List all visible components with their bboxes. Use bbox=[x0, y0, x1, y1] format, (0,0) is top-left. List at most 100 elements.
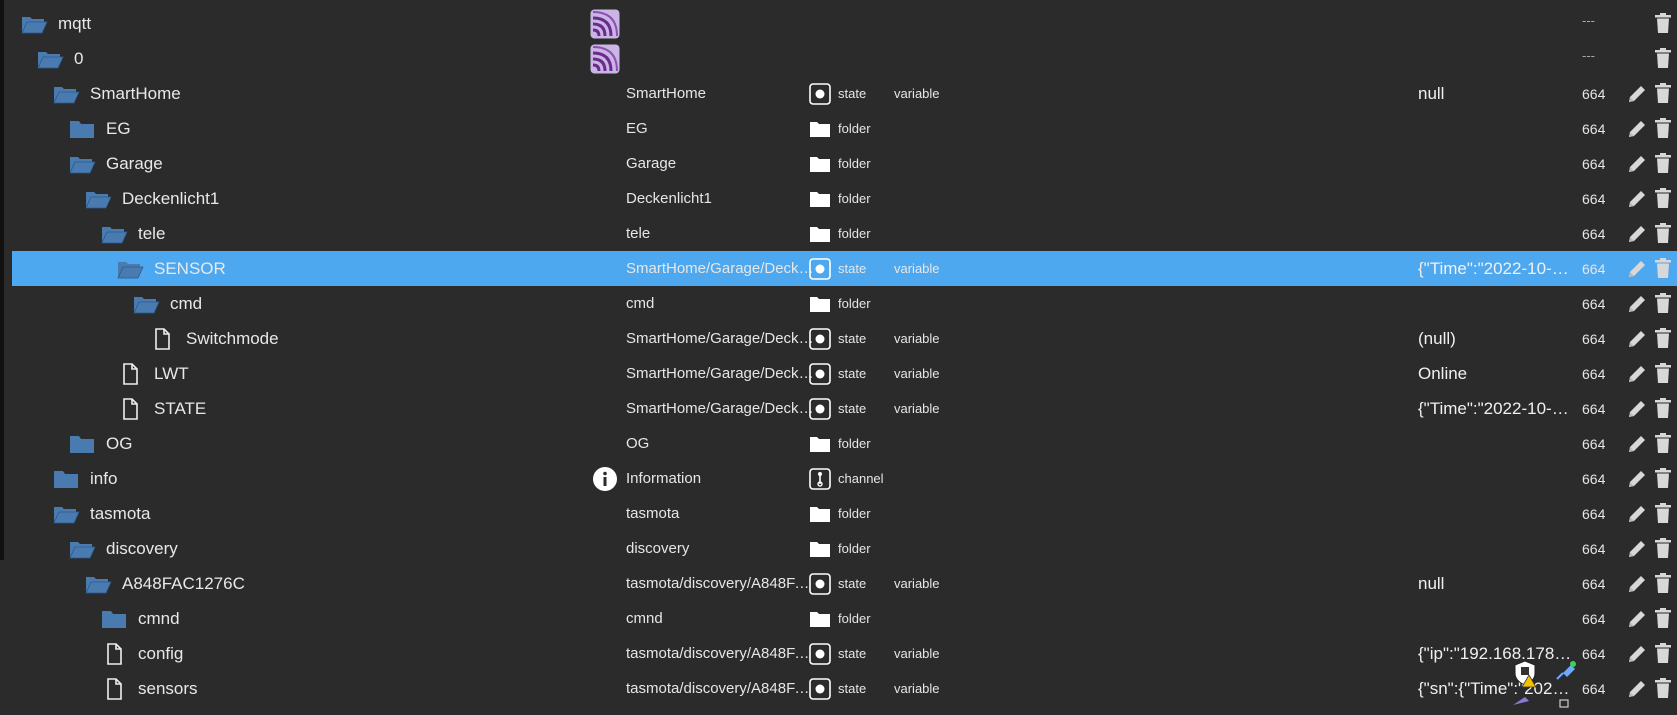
edit-pencil-icon[interactable] bbox=[1625, 117, 1649, 141]
folder-open-icon[interactable] bbox=[36, 48, 64, 70]
tree-node-name[interactable]: 0 bbox=[36, 41, 83, 76]
file-icon[interactable] bbox=[116, 397, 144, 420]
delete-trash-icon[interactable] bbox=[1653, 606, 1673, 630]
tree-node-name[interactable]: sensors bbox=[100, 671, 198, 706]
tree-row-deckenlicht1[interactable]: Deckenlicht1 Deckenlicht1 folder 664 bbox=[12, 181, 1677, 216]
tree-node-name[interactable]: SENSOR bbox=[116, 251, 226, 286]
folder-open-icon[interactable] bbox=[52, 503, 80, 525]
delete-trash-icon[interactable] bbox=[1653, 501, 1673, 525]
tree-row-config[interactable]: config tasmota/discovery/A848FAC1276C/con… bbox=[12, 636, 1677, 671]
tree-row-cmd[interactable]: cmd cmd folder 664 bbox=[12, 286, 1677, 321]
edit-pencil-icon[interactable] bbox=[1625, 187, 1649, 211]
delete-trash-icon[interactable] bbox=[1653, 116, 1673, 140]
tree-node-name[interactable]: Garage bbox=[68, 146, 163, 181]
tree-node-name[interactable]: tele bbox=[100, 216, 165, 251]
edit-pencil-icon[interactable] bbox=[1625, 362, 1649, 386]
tree-row-sensors[interactable]: sensors tasmota/discovery/A848FAC1276C/se… bbox=[12, 671, 1677, 706]
edit-pencil-icon[interactable] bbox=[1625, 292, 1649, 316]
tree-row-0[interactable]: 0 --- bbox=[12, 41, 1677, 76]
file-icon[interactable] bbox=[100, 677, 128, 700]
tree-node-name[interactable]: config bbox=[100, 636, 183, 671]
tree-node-name[interactable]: SmartHome bbox=[52, 76, 181, 111]
delete-trash-icon[interactable] bbox=[1653, 81, 1673, 105]
object-value[interactable]: null bbox=[1418, 76, 1578, 111]
delete-trash-icon[interactable] bbox=[1653, 466, 1673, 490]
folder-closed-icon[interactable] bbox=[68, 433, 96, 455]
tree-node-name[interactable]: A848FAC1276C bbox=[84, 566, 245, 601]
object-value[interactable]: {"Time":"2022-10-… bbox=[1418, 251, 1578, 286]
edit-pencil-icon[interactable] bbox=[1625, 537, 1649, 561]
object-value[interactable]: (null) bbox=[1418, 321, 1578, 356]
tree-node-name[interactable]: mqtt bbox=[20, 6, 91, 41]
tree-node-name[interactable]: STATE bbox=[116, 391, 206, 426]
delete-trash-icon[interactable] bbox=[1653, 11, 1673, 35]
delete-trash-icon[interactable] bbox=[1653, 46, 1673, 70]
tree-row-eg[interactable]: EG EG folder 664 bbox=[12, 111, 1677, 146]
tree-row-mqtt[interactable]: mqtt --- bbox=[12, 6, 1677, 41]
delete-trash-icon[interactable] bbox=[1653, 571, 1673, 595]
folder-closed-icon[interactable] bbox=[68, 118, 96, 140]
file-icon[interactable] bbox=[148, 327, 176, 350]
object-value[interactable]: Online bbox=[1418, 356, 1578, 391]
folder-open-icon[interactable] bbox=[100, 223, 128, 245]
edit-pencil-icon[interactable] bbox=[1625, 467, 1649, 491]
delete-trash-icon[interactable] bbox=[1653, 396, 1673, 420]
file-icon[interactable] bbox=[116, 362, 144, 385]
tree-node-name[interactable]: LWT bbox=[116, 356, 189, 391]
edit-pencil-icon[interactable] bbox=[1625, 642, 1649, 666]
folder-open-icon[interactable] bbox=[132, 293, 160, 315]
tree-row-tasmota[interactable]: tasmota tasmota folder 664 bbox=[12, 496, 1677, 531]
tree-row-discovery[interactable]: discovery discovery folder 664 bbox=[12, 531, 1677, 566]
edit-pencil-icon[interactable] bbox=[1625, 607, 1649, 631]
tree-row-a848fac1276c[interactable]: A848FAC1276C tasmota/discovery/A848FAC127… bbox=[12, 566, 1677, 601]
tree-node-name[interactable]: cmnd bbox=[100, 601, 180, 636]
tree-row-og[interactable]: OG OG folder 664 bbox=[12, 426, 1677, 461]
edit-pencil-icon[interactable] bbox=[1625, 222, 1649, 246]
edit-pencil-icon[interactable] bbox=[1625, 257, 1649, 281]
tree-node-name[interactable]: Switchmode bbox=[148, 321, 279, 356]
tree-row-state[interactable]: STATE SmartHome/Garage/Deckenlicht1/STATE… bbox=[12, 391, 1677, 426]
edit-pencil-icon[interactable] bbox=[1625, 572, 1649, 596]
tree-node-name[interactable]: EG bbox=[68, 111, 131, 146]
object-value[interactable]: {"Time":"2022-10-… bbox=[1418, 391, 1578, 426]
delete-trash-icon[interactable] bbox=[1653, 291, 1673, 315]
delete-trash-icon[interactable] bbox=[1653, 186, 1673, 210]
delete-trash-icon[interactable] bbox=[1653, 536, 1673, 560]
folder-open-icon[interactable] bbox=[68, 538, 96, 560]
tree-row-info[interactable]: info Information channel 664 bbox=[12, 461, 1677, 496]
edit-pencil-icon[interactable] bbox=[1625, 327, 1649, 351]
delete-trash-icon[interactable] bbox=[1653, 326, 1673, 350]
delete-trash-icon[interactable] bbox=[1653, 221, 1673, 245]
tree-node-name[interactable]: tasmota bbox=[52, 496, 150, 531]
edit-pencil-icon[interactable] bbox=[1625, 502, 1649, 526]
delete-trash-icon[interactable] bbox=[1653, 151, 1673, 175]
delete-trash-icon[interactable] bbox=[1653, 361, 1673, 385]
folder-closed-icon[interactable] bbox=[100, 608, 128, 630]
edit-pencil-icon[interactable] bbox=[1625, 677, 1649, 701]
folder-closed-icon[interactable] bbox=[52, 468, 80, 490]
folder-open-icon[interactable] bbox=[84, 188, 112, 210]
folder-open-icon[interactable] bbox=[20, 13, 48, 35]
tree-row-smarthome[interactable]: SmartHome SmartHome state variable null 664 bbox=[12, 76, 1677, 111]
edit-pencil-icon[interactable] bbox=[1625, 432, 1649, 456]
folder-open-icon[interactable] bbox=[84, 573, 112, 595]
delete-trash-icon[interactable] bbox=[1653, 256, 1673, 280]
object-value[interactable]: null bbox=[1418, 566, 1578, 601]
delete-trash-icon[interactable] bbox=[1653, 641, 1673, 665]
edit-pencil-icon[interactable] bbox=[1625, 397, 1649, 421]
tree-row-garage[interactable]: Garage Garage folder 664 bbox=[12, 146, 1677, 181]
delete-trash-icon[interactable] bbox=[1653, 431, 1673, 455]
tree-node-name[interactable]: OG bbox=[68, 426, 132, 461]
file-icon[interactable] bbox=[100, 642, 128, 665]
tree-row-sensor[interactable]: SENSOR SmartHome/Garage/Deckenlicht1/tele… bbox=[12, 251, 1677, 286]
edit-pencil-icon[interactable] bbox=[1625, 152, 1649, 176]
edit-pencil-icon[interactable] bbox=[1625, 82, 1649, 106]
tree-row-cmnd[interactable]: cmnd cmnd folder 664 bbox=[12, 601, 1677, 636]
delete-trash-icon[interactable] bbox=[1653, 676, 1673, 700]
tree-node-name[interactable]: discovery bbox=[68, 531, 178, 566]
folder-open-icon[interactable] bbox=[116, 258, 144, 280]
folder-open-icon[interactable] bbox=[52, 83, 80, 105]
tree-node-name[interactable]: cmd bbox=[132, 286, 202, 321]
folder-open-icon[interactable] bbox=[68, 153, 96, 175]
tree-node-name[interactable]: info bbox=[52, 461, 117, 496]
